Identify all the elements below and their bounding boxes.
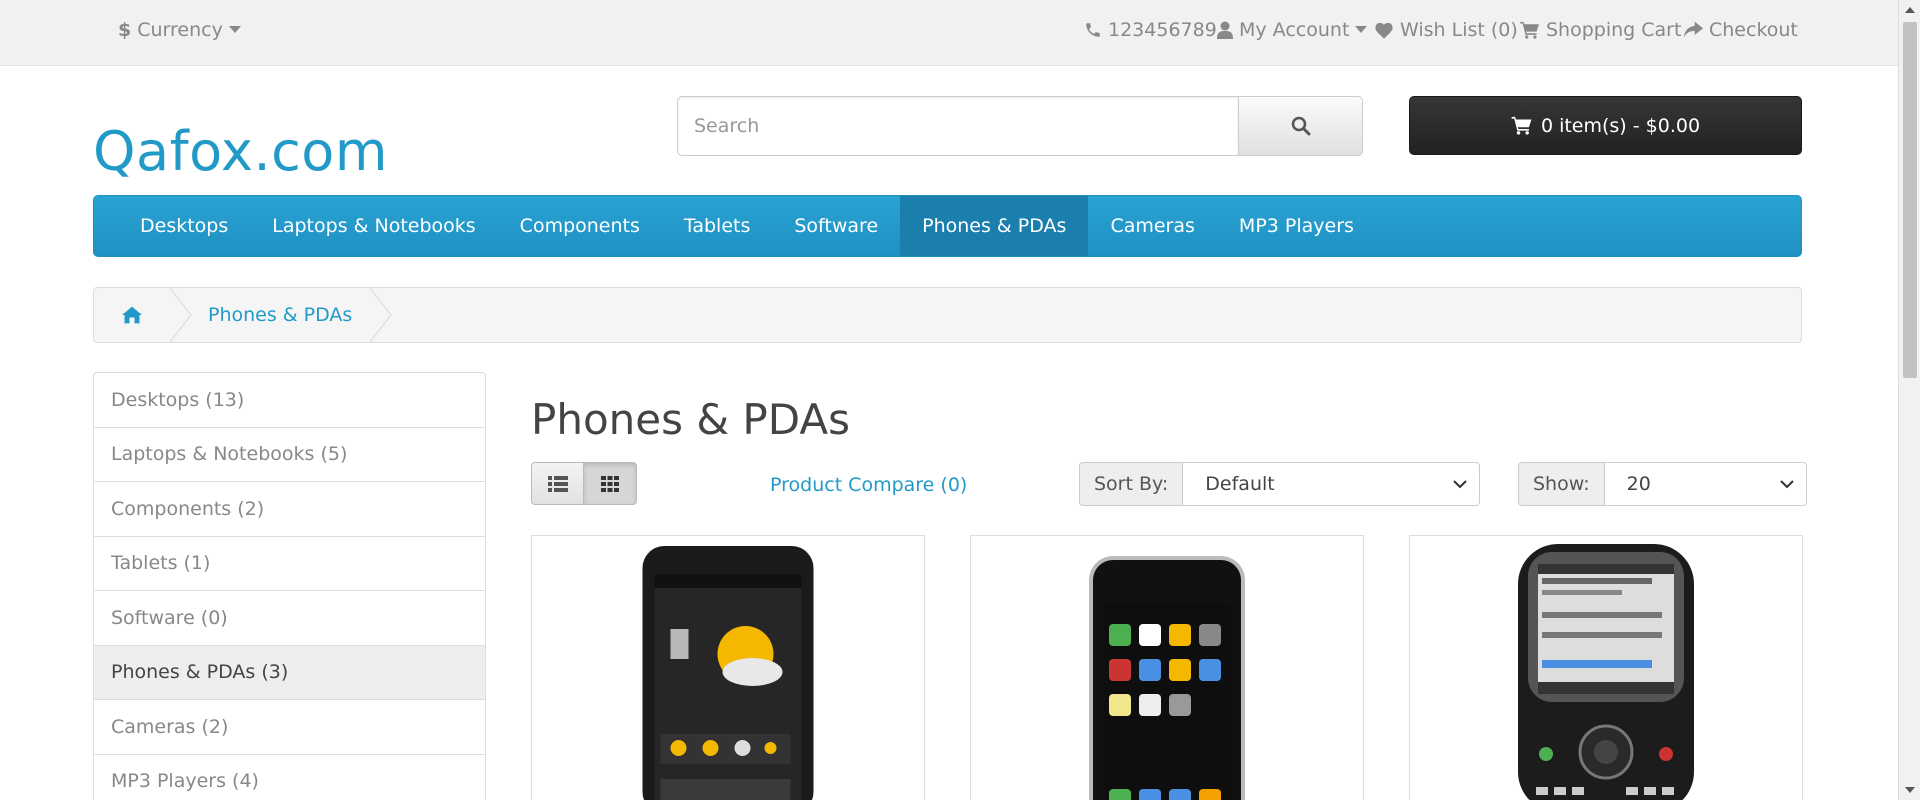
grid-view-button[interactable] <box>584 462 637 505</box>
sort-value: Default <box>1205 473 1275 495</box>
list-view-button[interactable] <box>531 462 584 505</box>
wishlist-link[interactable]: Wish List (0) <box>1374 0 1518 60</box>
breadcrumb-separator <box>370 288 393 342</box>
show-value: 20 <box>1626 473 1651 495</box>
grid-icon <box>601 475 619 492</box>
sidebar-item-cameras[interactable]: Cameras (2) <box>94 700 485 755</box>
sort-select[interactable]: Default <box>1183 462 1481 506</box>
sidebar-item-laptops[interactable]: Laptops & Notebooks (5) <box>94 428 485 482</box>
show-group: Show: 20 <box>1518 462 1807 506</box>
scroll-up-icon[interactable] <box>1899 0 1920 20</box>
view-toggle <box>531 462 637 505</box>
sort-label: Sort By: <box>1079 462 1184 506</box>
dollar-icon: $ <box>118 19 132 41</box>
breadcrumb: Phones & PDAs <box>93 287 1802 343</box>
phone-icon <box>1086 23 1100 37</box>
shopping-cart-label: Shopping Cart <box>1546 19 1682 41</box>
shopping-cart-link[interactable]: Shopping Cart <box>1520 0 1681 60</box>
product-image[interactable] <box>1087 554 1247 800</box>
search-button[interactable] <box>1239 96 1363 156</box>
heart-icon <box>1375 22 1393 39</box>
product-image[interactable] <box>641 544 816 800</box>
product-card[interactable] <box>1409 535 1803 800</box>
sidebar-item-mp3-players[interactable]: MP3 Players (4) <box>94 755 485 800</box>
site-logo[interactable]: Qafox.com <box>93 120 388 183</box>
share-icon <box>1683 21 1703 38</box>
cart-icon <box>1520 21 1539 39</box>
my-account-label: My Account <box>1239 19 1350 41</box>
checkout-link[interactable]: Checkout <box>1683 0 1798 60</box>
menu-item-components[interactable]: Components <box>498 196 662 256</box>
top-bar: $ Currency 123456789 My Account Wish Lis… <box>0 0 1898 66</box>
category-sidebar: Desktops (13) Laptops & Notebooks (5) Co… <box>93 372 486 800</box>
menu-item-software[interactable]: Software <box>772 196 900 256</box>
search-input[interactable] <box>677 96 1239 156</box>
sidebar-item-phones[interactable]: Phones & PDAs (3) <box>94 645 485 700</box>
user-icon <box>1217 21 1233 39</box>
sidebar-item-tablets[interactable]: Tablets (1) <box>94 537 485 591</box>
checkout-label: Checkout <box>1709 19 1798 41</box>
menu-item-mp3-players[interactable]: MP3 Players <box>1217 196 1376 256</box>
sidebar-item-software[interactable]: Software (0) <box>94 591 485 646</box>
wishlist-label: Wish List (0) <box>1400 19 1518 41</box>
cart-total: 0 item(s) - $0.00 <box>1540 114 1701 137</box>
search-group <box>677 96 1363 156</box>
menu-item-cameras[interactable]: Cameras <box>1088 196 1216 256</box>
scrollbar-thumb[interactable] <box>1903 22 1917 378</box>
cart-button[interactable]: 0 item(s) - $0.00 <box>1409 96 1802 155</box>
home-icon <box>122 306 142 324</box>
phone-number: 123456789 <box>1108 19 1217 41</box>
product-compare-link[interactable]: Product Compare (0) <box>770 474 967 496</box>
search-icon <box>1291 116 1310 136</box>
caret-down-icon <box>228 26 241 33</box>
menu-item-tablets[interactable]: Tablets <box>662 196 772 256</box>
sidebar-item-components[interactable]: Components (2) <box>94 482 485 537</box>
page-title: Phones & PDAs <box>531 395 850 444</box>
currency-label: Currency <box>137 19 223 41</box>
product-card[interactable] <box>970 535 1364 800</box>
currency-dropdown[interactable]: $ Currency <box>118 0 241 60</box>
my-account-dropdown[interactable]: My Account <box>1217 0 1368 60</box>
sort-group: Sort By: Default <box>1079 462 1481 506</box>
menu-item-phones[interactable]: Phones & PDAs <box>900 196 1089 256</box>
phone-link[interactable]: 123456789 <box>1084 0 1217 60</box>
scroll-down-icon[interactable] <box>1899 780 1920 800</box>
chevron-down-icon <box>1453 479 1468 488</box>
caret-down-icon <box>1355 26 1368 33</box>
menu-item-desktops[interactable]: Desktops <box>118 196 250 256</box>
main-menu: Desktops Laptops & Notebooks Components … <box>93 195 1802 257</box>
chevron-down-icon <box>1779 479 1794 488</box>
breadcrumb-current[interactable]: Phones & PDAs <box>192 288 370 342</box>
breadcrumb-home[interactable] <box>94 288 170 342</box>
vertical-scrollbar[interactable] <box>1898 0 1920 800</box>
product-card[interactable] <box>531 535 925 800</box>
menu-item-laptops[interactable]: Laptops & Notebooks <box>250 196 497 256</box>
breadcrumb-separator <box>170 288 192 342</box>
sidebar-item-desktops[interactable]: Desktops (13) <box>94 373 485 428</box>
show-select[interactable]: 20 <box>1604 462 1807 506</box>
product-image[interactable] <box>1516 542 1696 800</box>
cart-icon <box>1511 116 1532 135</box>
list-icon <box>547 475 568 492</box>
show-label: Show: <box>1518 462 1605 506</box>
